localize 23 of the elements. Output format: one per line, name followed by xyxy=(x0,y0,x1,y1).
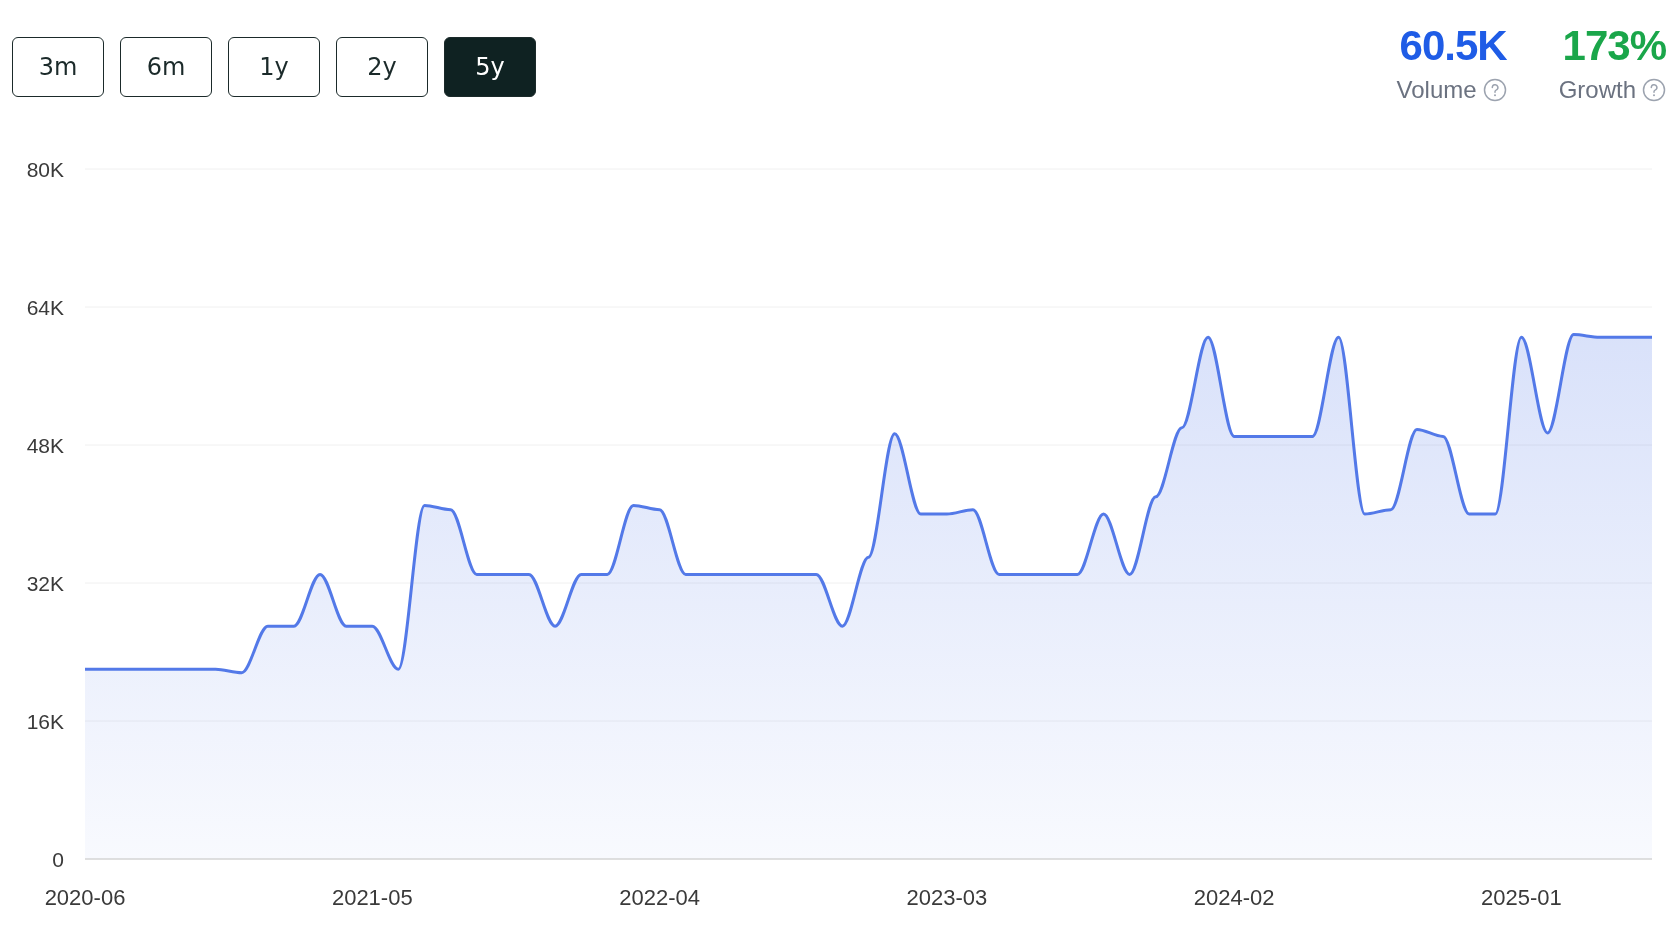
x-axis-label: 2023-03 xyxy=(906,885,988,910)
y-axis-label: 64K xyxy=(26,296,64,319)
x-axis-label: 2020-06 xyxy=(44,885,126,910)
x-axis-label: 2021-05 xyxy=(331,885,413,910)
stat-value: 173% xyxy=(1562,22,1666,70)
range-button[interactable]: 6m xyxy=(120,37,212,97)
x-axis-label: 2022-04 xyxy=(619,885,700,910)
y-axis-label: 32K xyxy=(26,572,64,595)
y-axis-label: 48K xyxy=(26,434,64,457)
range-button[interactable]: 2y xyxy=(336,37,428,97)
stat-label: Volume xyxy=(1396,76,1477,104)
help-icon[interactable] xyxy=(1482,78,1507,102)
y-axis-label: 80K xyxy=(26,158,64,181)
range-button[interactable]: 5y xyxy=(444,37,536,97)
x-axis-label: 2025-01 xyxy=(1481,885,1562,910)
range-button[interactable]: 1y xyxy=(228,37,320,97)
range-button[interactable]: 3m xyxy=(12,37,104,97)
help-icon[interactable] xyxy=(1642,78,1666,102)
stat-value: 60.5K xyxy=(1399,22,1507,70)
y-axis-label: 0 xyxy=(52,848,64,871)
y-axis-label: 16K xyxy=(26,710,64,733)
x-axis-label: 2024-02 xyxy=(1193,885,1275,910)
stat-label: Growth xyxy=(1558,76,1636,104)
